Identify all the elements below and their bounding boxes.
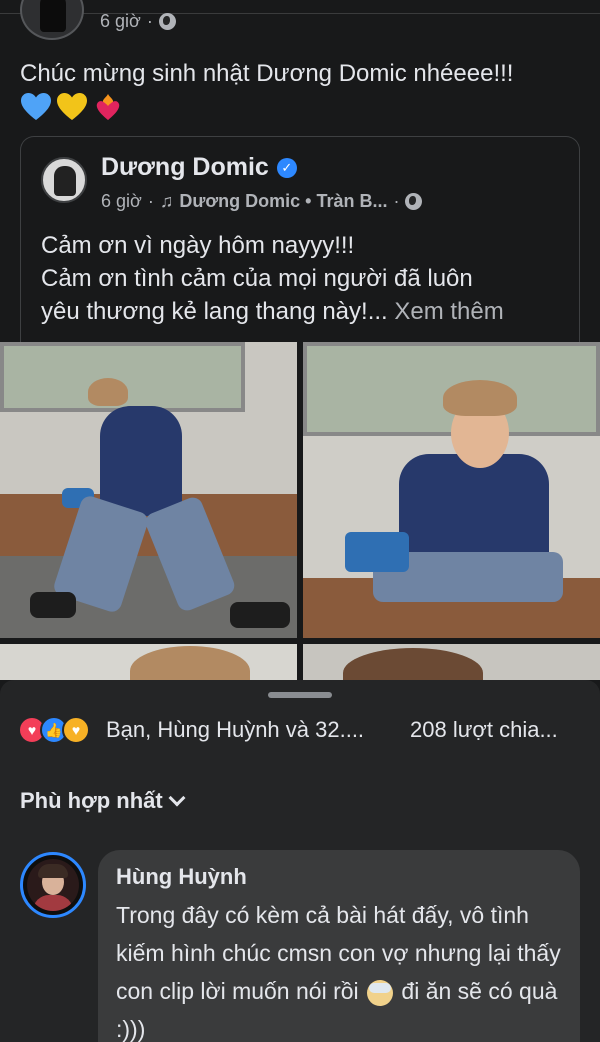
shared-post-text: Cảm ơn vì ngày hôm nayyy!!! Cảm ơn tình … (41, 229, 561, 328)
music-track-label[interactable]: Dương Domic • Tràn B... (179, 191, 387, 212)
chevron-down-icon (168, 789, 186, 807)
shared-text-line: Cảm ơn tình cảm của mọi người đã luôn (41, 265, 473, 292)
shared-text-line: yêu thương kẻ lang thang này!... (41, 298, 388, 325)
reaction-summary[interactable]: Bạn, Hùng Huỳnh và 32.... (106, 717, 364, 743)
shared-text-line: Cảm ơn vì ngày hôm nayyy!!! (41, 232, 355, 259)
photo-2[interactable] (303, 342, 600, 638)
shared-post-time[interactable]: 6 giờ (101, 191, 142, 212)
commenter-name[interactable]: Hùng Huỳnh (116, 864, 562, 890)
shared-author-avatar[interactable] (41, 157, 87, 203)
post-emojis (20, 92, 124, 122)
comment-sort-dropdown[interactable]: Phù hợp nhất (20, 788, 186, 814)
comment-bubble: Hùng Huỳnh Trong đây có kèm cả bài hát đ… (98, 850, 580, 1042)
photo-grid (0, 342, 600, 680)
blue-heart-emoji (20, 92, 52, 122)
cold-face-emoji (367, 979, 394, 1006)
meta-separator: · (393, 191, 400, 211)
post-meta: 6 giờ · (100, 11, 176, 32)
shared-author-name[interactable]: Dương Domic ✓ (101, 153, 297, 182)
photo-hair (343, 648, 483, 680)
photo-shoe (230, 602, 290, 628)
photo-1[interactable] (0, 342, 297, 638)
meta-separator: · (147, 191, 154, 211)
photo-4[interactable] (303, 644, 600, 680)
comment-text: Trong đây có kèm cả bài hát đấy, vô tình… (116, 896, 562, 1042)
shared-post-card[interactable]: Dương Domic ✓ 6 giờ · ♫ Dương Domic • Tr… (20, 136, 580, 342)
share-count[interactable]: 208 lượt chia... (410, 717, 558, 743)
poster-avatar[interactable] (20, 0, 84, 40)
shared-author-label[interactable]: Dương Domic (101, 153, 269, 182)
sheet-drag-handle[interactable] (268, 692, 332, 698)
globe-icon (158, 13, 176, 30)
music-note-icon: ♫ (159, 191, 174, 211)
yellow-heart-emoji (56, 92, 88, 122)
photo-cake (345, 532, 409, 572)
photo-person (100, 406, 182, 516)
post-text: Chúc mừng sinh nhật Dương Domic nhéeee!!… (20, 60, 514, 87)
see-more-link[interactable]: Xem thêm (394, 298, 503, 325)
comments-sheet: ♥ 👍 ♥ Bạn, Hùng Huỳnh và 32.... 208 lượt… (0, 680, 600, 1042)
commenter-avatar[interactable] (20, 852, 86, 918)
shared-post-meta: 6 giờ · ♫ Dương Domic • Tràn B... · (101, 191, 423, 212)
reaction-icons[interactable]: ♥ 👍 ♥ (18, 716, 90, 744)
care-reaction-icon: ♥ (62, 716, 90, 744)
meta-separator: · (146, 11, 153, 31)
photo-3[interactable] (0, 644, 297, 680)
photo-hair (443, 380, 517, 416)
photo-shoe (30, 592, 76, 618)
photo-hair (88, 378, 128, 406)
verified-badge-icon: ✓ (276, 157, 297, 178)
shared-text-line-last: yêu thương kẻ lang thang này!... Xem thê… (41, 295, 561, 328)
post-time[interactable]: 6 giờ (100, 11, 141, 32)
photo-hair (130, 646, 250, 680)
top-divider (0, 0, 600, 14)
heart-on-fire-emoji (92, 92, 124, 122)
sort-label: Phù hợp nhất (20, 788, 163, 813)
globe-icon (405, 193, 423, 210)
